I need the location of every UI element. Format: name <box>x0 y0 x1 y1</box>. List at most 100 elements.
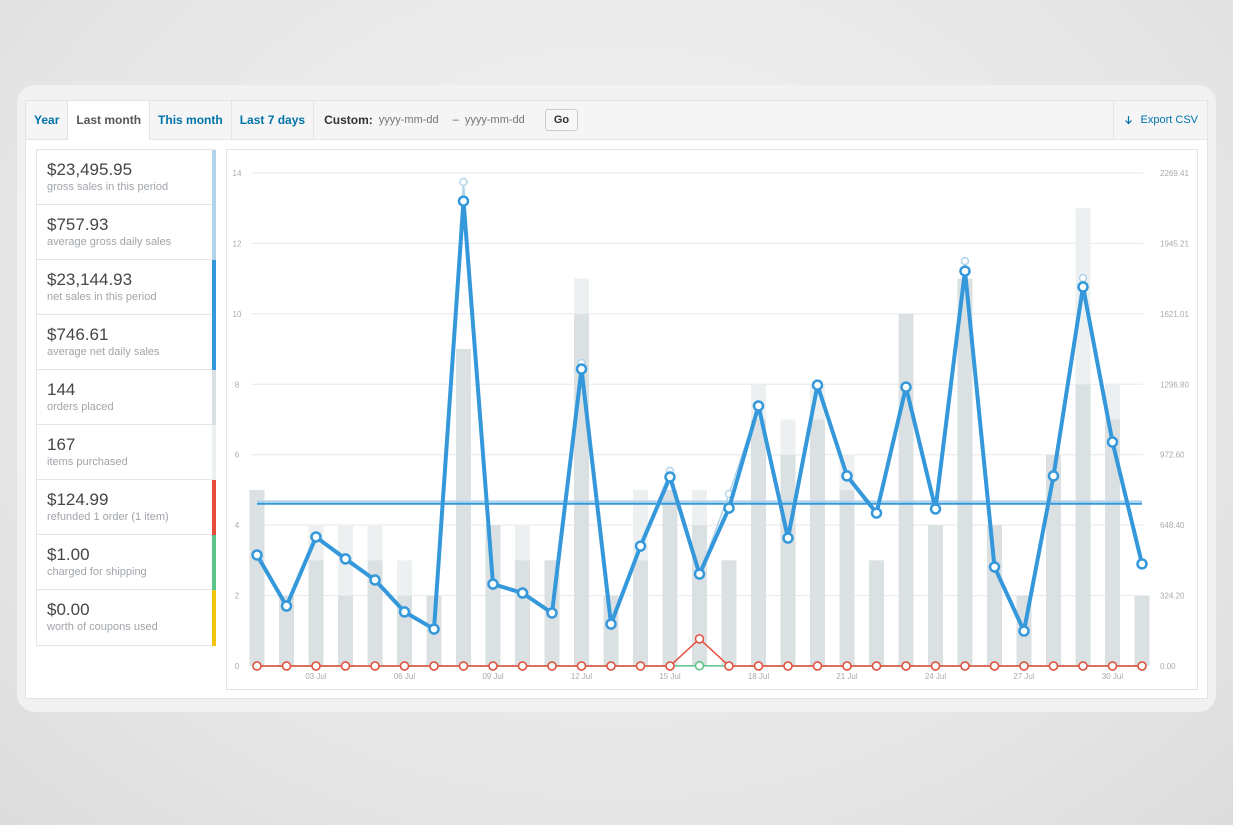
refunds-point <box>1107 661 1118 671</box>
refunds-point <box>753 661 764 671</box>
net-sales-point <box>870 507 883 519</box>
orders-bar <box>810 419 825 666</box>
x-tick-label: 27 Jul <box>1013 672 1035 681</box>
tab-label: Last 7 days <box>239 113 306 127</box>
legend-item[interactable]: 167 items purchased <box>37 425 216 480</box>
net-sales-point <box>310 531 322 543</box>
net-sales-point <box>1077 281 1089 293</box>
legend-description: worth of coupons used <box>47 621 158 633</box>
x-tick-label: 03 Jul <box>305 672 327 681</box>
y-right-tick-label: 324.20 <box>1160 592 1185 601</box>
net-sales-point <box>900 381 912 393</box>
legend-color-bar <box>212 150 216 205</box>
custom-range: Custom: – Go <box>314 101 588 139</box>
orders-bar <box>485 525 501 666</box>
tab-last-month[interactable]: Last month <box>68 101 151 140</box>
orders-bar <box>515 560 530 666</box>
legend-item[interactable]: $1.00 charged for shipping <box>37 535 216 590</box>
x-tick-label: 24 Jul <box>925 672 947 681</box>
download-arrow-icon <box>1124 116 1132 125</box>
custom-range-label: Custom: <box>324 113 373 127</box>
legend-value: 144 <box>47 380 76 399</box>
net-sales-point <box>841 470 853 482</box>
x-tick-label: 12 Jul <box>571 672 593 681</box>
x-tick-label: 06 Jul <box>394 672 416 681</box>
y-left-tick-label: 10 <box>233 310 242 319</box>
orders-bar <box>633 560 648 666</box>
refunds-point <box>340 661 351 671</box>
legend-description: average gross daily sales <box>47 236 172 248</box>
orders-bar <box>780 454 796 666</box>
x-tick-label: 09 Jul <box>482 672 504 681</box>
start-date-input[interactable] <box>378 114 447 126</box>
tabbar-spacer <box>588 101 1112 139</box>
refunds-point <box>517 661 528 671</box>
orders-bar <box>751 419 766 666</box>
end-date-input[interactable] <box>464 114 533 126</box>
net-sales-point <box>782 532 794 544</box>
legend-item[interactable]: $746.61 average net daily sales <box>37 315 216 370</box>
net-sales-point <box>693 568 706 580</box>
refunds-point <box>429 661 439 671</box>
tab-this-month[interactable]: This month <box>150 101 232 139</box>
sales-chart: 0 0.00 2 324.20 4 648.40 6 972.60 8 1296.80 10 1621… <box>226 149 1198 690</box>
y-right-tick-label: 1296.80 <box>1160 380 1189 389</box>
refunds-point <box>252 661 262 671</box>
orders-bar <box>338 595 353 666</box>
tab-last-7-days[interactable]: Last 7 days <box>232 101 315 139</box>
legend-color-bar <box>212 205 216 260</box>
orders-bar <box>869 560 884 666</box>
refunds-point <box>606 661 616 671</box>
net-sales-point <box>251 549 263 561</box>
refunds-point <box>871 661 882 671</box>
date-range-tabbar: Year Last month This month Last 7 days C… <box>26 101 1207 140</box>
orders-bar <box>456 349 471 666</box>
range-separator: – <box>452 114 459 126</box>
refunds-point <box>1137 661 1147 671</box>
legend-item[interactable]: $23,495.95 gross sales in this period <box>37 150 216 205</box>
y-left-tick-label: 14 <box>233 169 242 178</box>
x-tick-label: 18 Jul <box>748 672 770 681</box>
export-csv-button[interactable]: Export CSV <box>1112 101 1207 139</box>
net-sales-point <box>428 623 440 635</box>
orders-bar <box>839 489 855 666</box>
refunds-point <box>370 661 380 671</box>
gross-sales-point <box>960 256 970 266</box>
refunds-point <box>399 661 410 671</box>
legend-item[interactable]: $23,144.93 net sales in this period <box>37 260 216 315</box>
legend-value: $757.93 <box>47 215 109 234</box>
go-button[interactable]: Go <box>544 109 579 131</box>
legend-item[interactable]: $757.93 average gross daily sales <box>37 205 216 260</box>
refunds-point <box>1048 661 1059 671</box>
legend-item[interactable]: 144 orders placed <box>37 370 216 425</box>
legend-value: $124.99 <box>47 490 109 509</box>
legend-item[interactable]: $124.99 refunded 1 order (1 item) <box>37 480 216 535</box>
legend-value: $23,495.95 <box>47 160 133 179</box>
refunds-point <box>1078 661 1088 671</box>
orders-bar <box>898 313 914 666</box>
refunds-point <box>547 661 557 671</box>
legend-description: gross sales in this period <box>47 181 169 193</box>
x-tick-label: 15 Jul <box>659 672 681 681</box>
net-sales-point <box>516 587 529 599</box>
tab-year[interactable]: Year <box>26 101 69 139</box>
net-sales-point <box>605 618 617 630</box>
refunds-point <box>901 661 911 671</box>
legend-description: charged for shipping <box>47 566 147 578</box>
legend-value: $0.00 <box>47 600 90 619</box>
net-sales-point <box>546 607 558 619</box>
refunds-point <box>1019 661 1029 671</box>
legend-description: orders placed <box>47 401 114 413</box>
x-tick-label: 21 Jul <box>836 672 858 681</box>
legend-item[interactable]: $0.00 worth of coupons used <box>37 590 216 646</box>
refunds-point <box>281 661 292 671</box>
net-sales-point <box>457 195 470 207</box>
y-left-tick-label: 12 <box>233 239 242 248</box>
orders-bar <box>308 560 324 666</box>
net-sales-point <box>664 471 676 483</box>
tab-label: Last month <box>76 113 142 127</box>
legend-color-bar <box>212 535 216 590</box>
refunds-point <box>665 661 675 671</box>
legend-description: refunded 1 order (1 item) <box>47 511 169 523</box>
net-sales-point <box>1136 558 1148 570</box>
